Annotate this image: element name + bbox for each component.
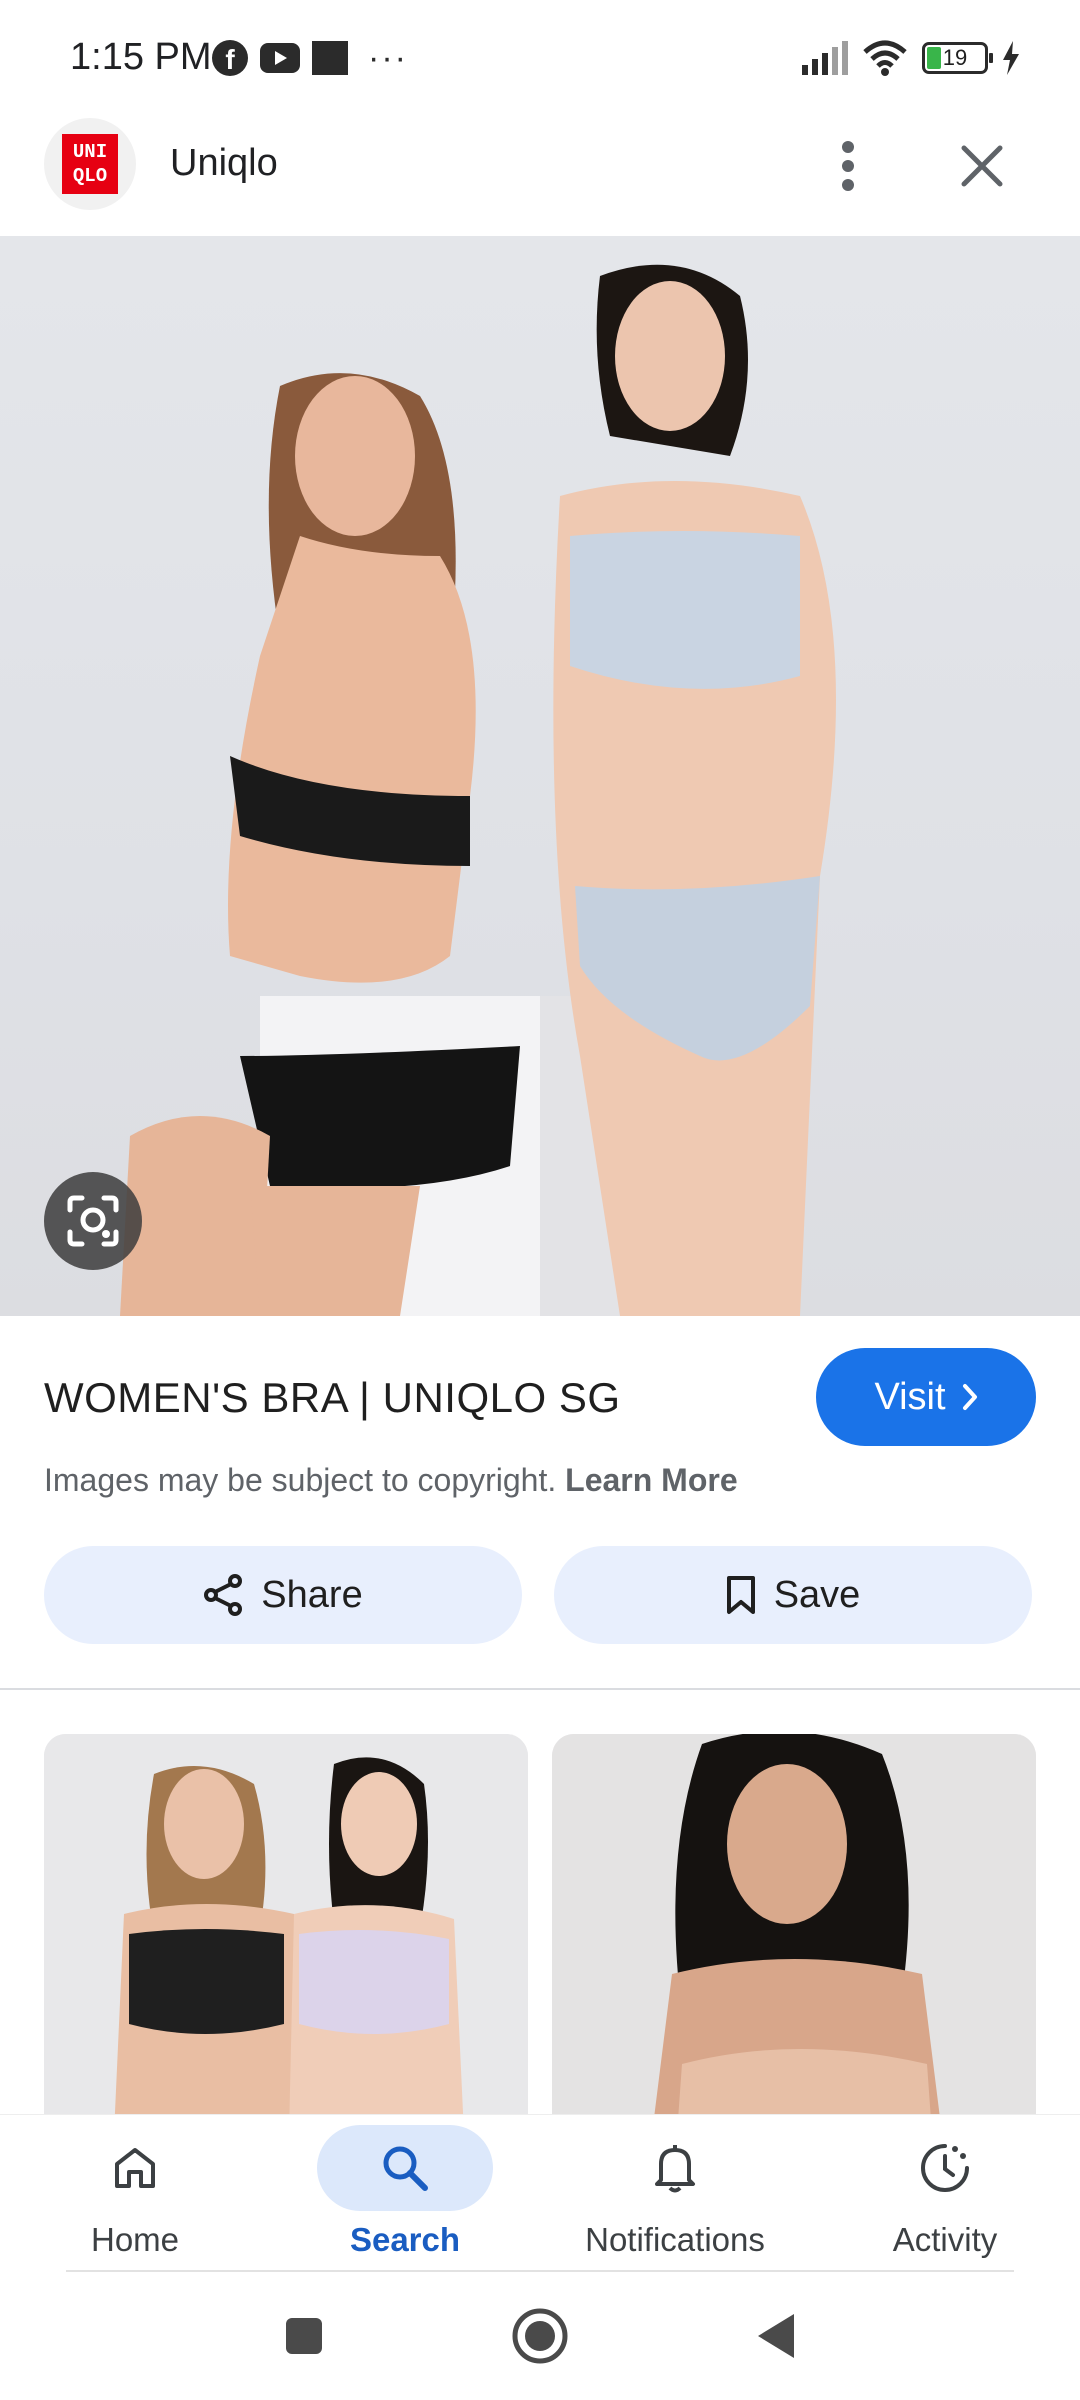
bookmark-icon xyxy=(726,1576,755,1614)
status-app-icons: f ··· xyxy=(212,40,408,76)
back-button[interactable] xyxy=(744,2304,808,2368)
bottom-navigation: Home Search Notifications Activity xyxy=(0,2114,1080,2270)
recent-apps-icon xyxy=(286,2318,322,2354)
visit-button[interactable]: Visit xyxy=(816,1348,1036,1446)
nav-activity-icon-wrap xyxy=(857,2125,1033,2211)
nav-home-icon-wrap xyxy=(47,2125,223,2211)
nav-activity-label: Activity xyxy=(892,2221,998,2258)
home-icon xyxy=(115,2148,155,2188)
more-options-button[interactable] xyxy=(816,134,880,198)
more-vert-icon xyxy=(842,141,854,191)
charging-icon xyxy=(1003,41,1019,75)
home-circle-icon xyxy=(512,2308,568,2364)
learn-more-link[interactable]: Learn More xyxy=(565,1462,737,1498)
battery-icon: 19 xyxy=(922,42,993,74)
main-product-image[interactable] xyxy=(0,236,1080,1316)
close-button[interactable] xyxy=(950,134,1014,198)
back-triangle-icon xyxy=(758,2314,794,2358)
recent-apps-button[interactable] xyxy=(272,2304,336,2368)
status-bar: 1:15 PM f ··· 19 xyxy=(0,0,1080,118)
more-dots-icon: ··· xyxy=(368,39,408,77)
related-photo-1 xyxy=(44,1734,528,2134)
home-button[interactable] xyxy=(508,2304,572,2368)
save-label: Save xyxy=(773,1573,861,1616)
chevron-right-icon xyxy=(962,1384,977,1410)
site-logo[interactable]: UNI QLO xyxy=(44,118,136,210)
image-viewer-header: UNI QLO Uniqlo xyxy=(0,118,1080,236)
visit-label: Visit xyxy=(874,1375,946,1418)
share-button[interactable]: Share xyxy=(44,1546,522,1644)
save-button[interactable]: Save xyxy=(554,1546,1032,1644)
related-photo-2 xyxy=(552,1734,1036,2134)
section-divider xyxy=(0,1688,1080,1690)
google-lens-button[interactable] xyxy=(44,1172,142,1270)
related-image-1[interactable] xyxy=(44,1734,528,2134)
related-image-2[interactable] xyxy=(552,1734,1036,2134)
nav-notifications-label: Notifications xyxy=(585,2221,765,2258)
nav-search-label: Search xyxy=(349,2221,461,2258)
share-icon xyxy=(204,1574,243,1616)
copyright-text: Images may be subject to copyright. xyxy=(44,1462,557,1498)
nav-notifications-icon-wrap xyxy=(587,2125,763,2211)
battery-level: 19 xyxy=(942,45,968,70)
nav-activity[interactable]: Activity xyxy=(830,2125,1060,2265)
wifi-icon xyxy=(863,40,907,76)
nav-notifications[interactable]: Notifications xyxy=(560,2125,790,2265)
product-photo xyxy=(120,264,836,1316)
nav-home[interactable]: Home xyxy=(20,2125,250,2265)
signal-icon xyxy=(802,41,848,75)
nav-search[interactable]: Search xyxy=(290,2125,520,2265)
lens-icon xyxy=(67,1195,119,1247)
square-icon xyxy=(312,41,348,75)
nav-search-icon-wrap xyxy=(317,2125,493,2211)
nav-home-label: Home xyxy=(90,2221,180,2258)
copyright-notice: Images may be subject to copyright. Lear… xyxy=(44,1462,738,1499)
status-indicators: 19 xyxy=(800,40,1020,76)
facebook-icon: f xyxy=(212,40,248,76)
share-label: Share xyxy=(261,1573,363,1616)
result-title: WOMEN'S BRA | UNIQLO SG xyxy=(44,1374,621,1421)
activity-icon xyxy=(921,2144,969,2192)
close-icon xyxy=(961,145,1003,187)
status-time: 1:15 PM xyxy=(70,36,212,78)
search-icon xyxy=(383,2146,428,2191)
site-name[interactable]: Uniqlo xyxy=(170,142,278,185)
youtube-icon xyxy=(260,43,300,73)
system-navigation-bar xyxy=(0,2272,1080,2400)
bell-icon xyxy=(655,2145,695,2193)
uniqlo-logo: UNI QLO xyxy=(62,134,118,194)
